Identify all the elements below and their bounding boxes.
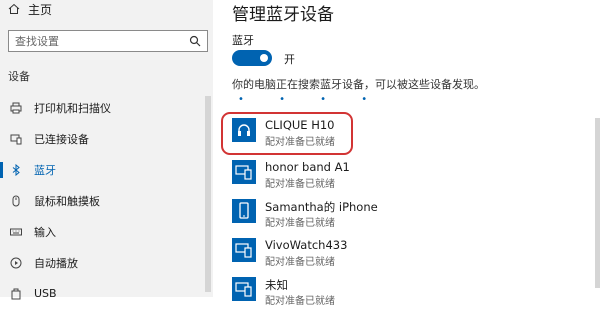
- search-icon[interactable]: [189, 35, 201, 50]
- page-title: 管理蓝牙设备: [232, 5, 334, 25]
- bluetooth-toggle[interactable]: [232, 50, 272, 66]
- sidebar-item-connected[interactable]: 已连接设备: [0, 123, 213, 154]
- sidebar-item-mouse[interactable]: 鼠标和触摸板: [0, 185, 213, 216]
- sidebar-item-label: 打印机和扫描仪: [34, 101, 111, 115]
- device-item[interactable]: VivoWatch433 配对准备已就绪: [232, 238, 562, 278]
- device-item[interactable]: Samantha的 iPhone 配对准备已就绪: [232, 199, 562, 239]
- sidebar-item-label: 自动播放: [34, 256, 78, 270]
- device-name: Samantha的 iPhone: [265, 200, 378, 214]
- searching-progress-dots: • • • •: [238, 94, 384, 105]
- main-content: 管理蓝牙设备 蓝牙 开 你的电脑正在搜索蓝牙设备，可以被这些设备发现。 • • …: [221, 0, 600, 307]
- device-status: 配对准备已就绪: [265, 218, 335, 229]
- bluetooth-label: 蓝牙: [232, 34, 254, 47]
- toggle-knob: [260, 54, 268, 62]
- autoplay-icon: [10, 257, 22, 269]
- sidebar-scrollbar[interactable]: [205, 96, 211, 292]
- device-item[interactable]: CLIQUE H10 配对准备已就绪: [232, 118, 562, 158]
- home-label: 主页: [28, 2, 53, 17]
- search-placeholder: 查找设置: [15, 35, 59, 48]
- mouse-icon: [10, 195, 22, 207]
- search-input[interactable]: 查找设置: [8, 30, 208, 52]
- sidebar: 主页 查找设置 设备 打印机和扫描仪 已连接设备 蓝牙 鼠标和触摸板 输入 自动…: [0, 0, 213, 300]
- phone-pc-icon: [232, 238, 256, 262]
- connected-devices-icon: [10, 133, 22, 145]
- sidebar-item-label: USB: [34, 287, 57, 300]
- sidebar-nav: 打印机和扫描仪 已连接设备 蓝牙 鼠标和触摸板 输入 自动播放 USB: [0, 92, 213, 309]
- device-name: honor band A1: [265, 160, 350, 174]
- sidebar-item-autoplay[interactable]: 自动播放: [0, 247, 213, 278]
- phone-icon: [232, 199, 256, 223]
- home-icon: [8, 3, 20, 15]
- device-item[interactable]: 未知 配对准备已就绪: [232, 277, 562, 317]
- sidebar-item-input[interactable]: 输入: [0, 216, 213, 247]
- phone-pc-icon: [232, 277, 256, 301]
- bluetooth-icon: [10, 163, 22, 176]
- phone-pc-icon: [232, 160, 256, 184]
- device-status: 配对准备已就绪: [265, 179, 335, 190]
- sidebar-item-label: 鼠标和触摸板: [34, 194, 100, 208]
- sidebar-item-label: 已连接设备: [34, 132, 89, 146]
- usb-icon: [10, 288, 22, 300]
- sidebar-item-label: 输入: [34, 225, 56, 239]
- discovery-info-text: 你的电脑正在搜索蓝牙设备，可以被这些设备发现。: [232, 78, 485, 91]
- headset-icon: [232, 118, 256, 142]
- device-status: 配对准备已就绪: [265, 257, 335, 268]
- device-name: 未知: [265, 278, 288, 292]
- section-title: 设备: [8, 70, 30, 83]
- sidebar-item-usb[interactable]: USB: [0, 278, 213, 309]
- keyboard-icon: [10, 226, 22, 238]
- sidebar-item-bluetooth[interactable]: 蓝牙: [0, 154, 213, 185]
- toggle-state-label: 开: [284, 53, 295, 66]
- device-name: CLIQUE H10: [265, 118, 335, 132]
- device-name: VivoWatch433: [265, 238, 348, 252]
- sidebar-item-label: 蓝牙: [34, 163, 56, 177]
- printer-icon: [10, 102, 22, 114]
- home-link[interactable]: 主页: [8, 0, 52, 18]
- sidebar-item-printers[interactable]: 打印机和扫描仪: [0, 92, 213, 123]
- device-status: 配对准备已就绪: [265, 137, 335, 148]
- main-scrollbar[interactable]: [595, 118, 600, 288]
- device-status: 配对准备已就绪: [265, 296, 335, 307]
- device-item[interactable]: honor band A1 配对准备已就绪: [232, 160, 562, 200]
